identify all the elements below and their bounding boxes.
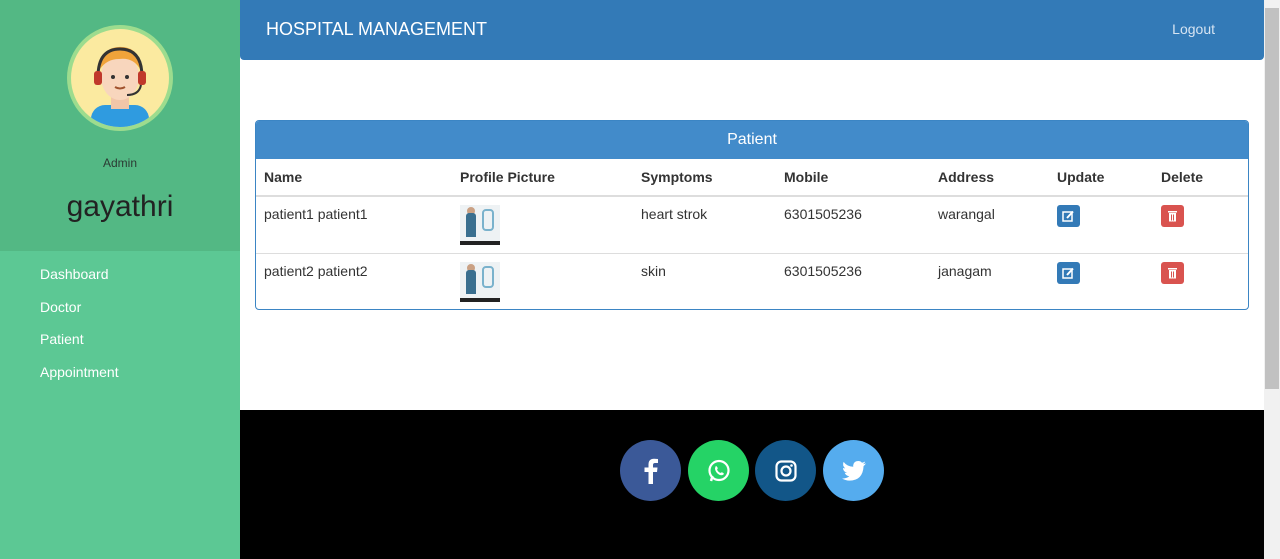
instagram-icon: [774, 459, 797, 482]
column-header-name: Name: [256, 159, 452, 197]
twitter-button[interactable]: [823, 440, 884, 501]
delete-button[interactable]: [1161, 261, 1184, 284]
user-role: Admin: [102, 156, 137, 170]
facebook-button[interactable]: [620, 440, 681, 501]
cell-address: janagam: [930, 252, 1049, 309]
column-header-address: Address: [930, 159, 1049, 197]
profile-picture: [460, 261, 500, 302]
cell-symptoms: heart strok: [633, 195, 776, 253]
profile-picture: [460, 205, 500, 245]
cell-name: patient1 patient1: [256, 195, 452, 253]
trash-icon: [1168, 211, 1177, 222]
patient-table: Name Profile Picture Symptoms Mobile Add…: [256, 159, 1248, 309]
app-title[interactable]: HOSPITAL MANAGEMENT: [266, 19, 487, 40]
patient-panel: Patient Name Profile Picture Symptoms Mo…: [255, 120, 1249, 310]
scrollbar-thumb[interactable]: [1265, 8, 1279, 389]
column-header-symptoms: Symptoms: [633, 159, 776, 197]
profile-section: Admin gayathri: [0, 0, 240, 251]
whatsapp-icon: [707, 459, 730, 481]
avatar: [67, 25, 173, 131]
footer: [240, 410, 1264, 559]
update-button[interactable]: [1057, 261, 1080, 284]
support-agent-icon: [71, 29, 169, 127]
sidebar-item-appointment[interactable]: Appointment: [40, 363, 119, 396]
cell-symptoms: skin: [633, 252, 776, 309]
column-header-delete: Delete: [1153, 159, 1248, 197]
table-header-row: Name Profile Picture Symptoms Mobile Add…: [256, 159, 1248, 197]
sidebar: Admin gayathri Dashboard Doctor Patient …: [0, 0, 240, 559]
table-row: patient2 patient2 skin 6301505236 janaga…: [256, 252, 1248, 309]
cell-name: patient2 patient2: [256, 252, 452, 309]
column-header-mobile: Mobile: [776, 159, 930, 197]
facebook-icon: [644, 458, 658, 484]
whatsapp-button[interactable]: [688, 440, 749, 501]
sidebar-item-doctor[interactable]: Doctor: [40, 298, 119, 331]
sidebar-nav: Dashboard Doctor Patient Appointment: [40, 265, 119, 395]
cell-address: warangal: [930, 195, 1049, 253]
edit-icon: [1062, 267, 1074, 279]
username: gayathri: [66, 190, 174, 223]
column-header-profile-picture: Profile Picture: [452, 159, 633, 197]
instagram-button[interactable]: [755, 440, 816, 501]
sidebar-item-dashboard[interactable]: Dashboard: [40, 265, 119, 298]
top-navbar: HOSPITAL MANAGEMENT Logout: [240, 0, 1264, 60]
table-row: patient1 patient1 heart strok 6301505236…: [256, 195, 1248, 253]
column-header-update: Update: [1049, 159, 1153, 197]
update-button[interactable]: [1057, 205, 1080, 227]
panel-title: Patient: [256, 121, 1248, 159]
logout-link[interactable]: Logout: [1172, 21, 1215, 37]
edit-icon: [1062, 210, 1074, 222]
cell-mobile: 6301505236: [776, 252, 930, 309]
sidebar-item-patient[interactable]: Patient: [40, 330, 119, 363]
twitter-icon: [841, 460, 866, 481]
cell-mobile: 6301505236: [776, 195, 930, 253]
trash-icon: [1168, 267, 1177, 278]
delete-button[interactable]: [1161, 205, 1184, 227]
